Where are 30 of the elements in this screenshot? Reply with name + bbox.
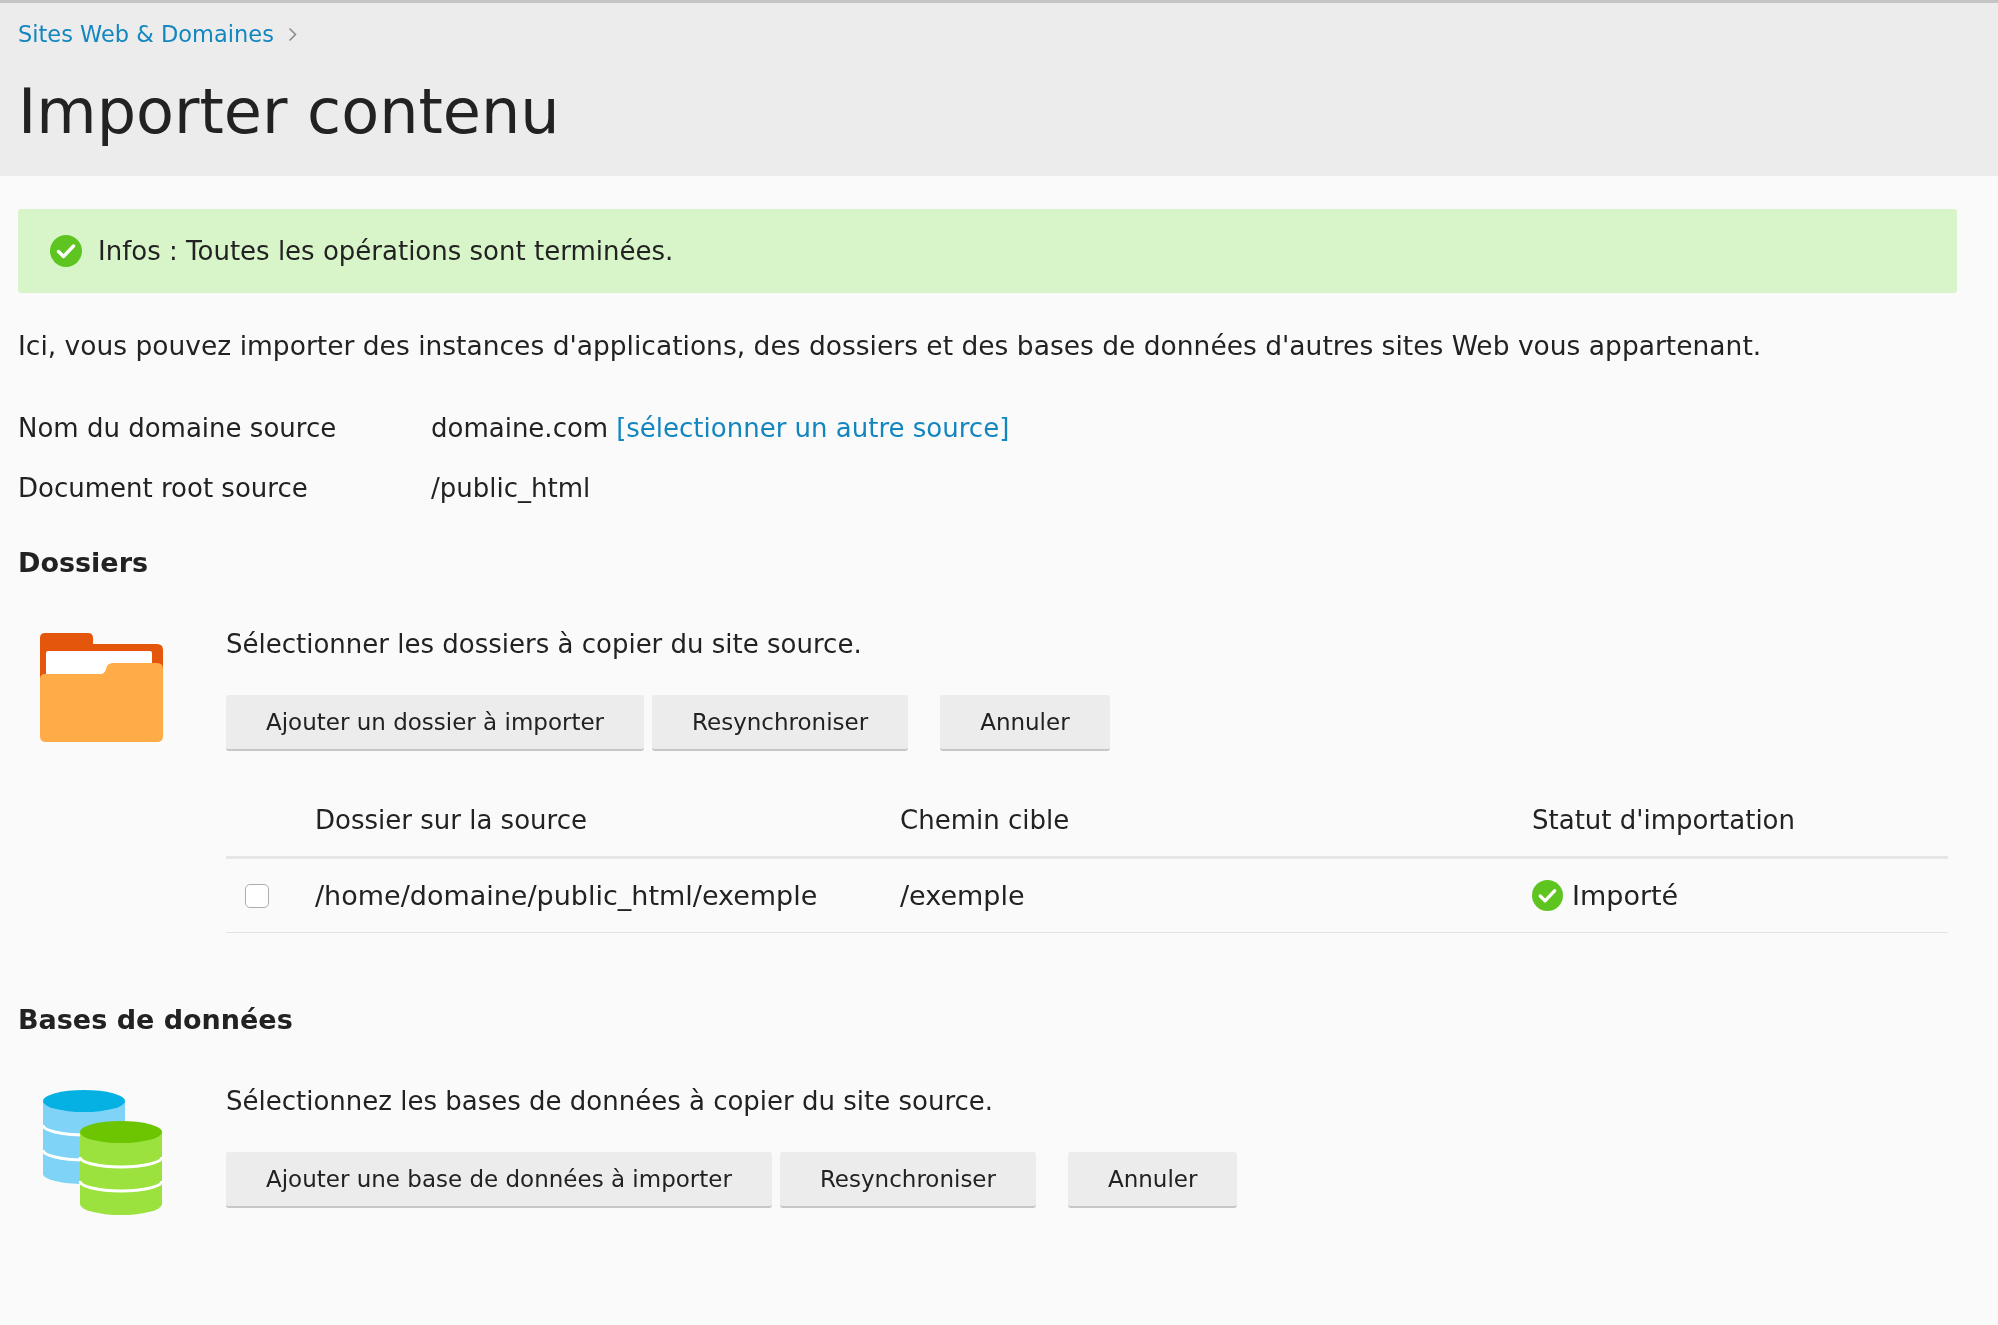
section-heading: Bases de données: [18, 1003, 293, 1037]
section-heading: Dossiers: [18, 546, 149, 580]
cancel-button[interactable]: Annuler: [1068, 1152, 1238, 1208]
cancel-button[interactable]: Annuler: [940, 695, 1110, 751]
detail-value: domaine.com: [431, 412, 609, 445]
chevron-right-icon: [287, 26, 297, 42]
column-header: Chemin cible: [900, 804, 1070, 837]
table-cell-text: /exemple: [900, 878, 1025, 913]
action-button[interactable]: Ajouter une base de données à importer: [226, 1152, 772, 1208]
database-icon: [43, 1090, 162, 1215]
detail-label: Nom du domaine source: [18, 412, 337, 445]
intro-text: Ici, vous pouvez importer des instances d'applications, des dossiers et des bases de données d'autres sites Web vous appartenant.: [18, 329, 1762, 363]
check-circle-icon: [50, 235, 82, 267]
folder-icon: [40, 633, 163, 742]
action-button[interactable]: Resynchroniser: [779, 1152, 1036, 1208]
status-text: Importé: [1572, 878, 1679, 913]
section-description: Sélectionner les dossiers à copier du site source.: [226, 628, 862, 661]
column-header: Statut d'importation: [1532, 804, 1795, 837]
action-button[interactable]: Ajouter un dossier à importer: [226, 695, 645, 751]
change-source-link[interactable]: [sélectionner un autre source]: [616, 410, 1010, 446]
row-checkbox[interactable]: [245, 883, 269, 908]
section-description: Sélectionnez les bases de données à copier du site source.: [226, 1085, 994, 1118]
table-cell-text: /home/domaine/public_html/exemple: [315, 878, 818, 913]
column-header: Dossier sur la source: [315, 804, 587, 837]
detail-label: Document root source: [18, 472, 308, 505]
page-title: Importer contenu: [18, 74, 560, 150]
check-circle-icon: [1532, 880, 1563, 911]
alert-message: Infos : Toutes les opérations sont terminées.: [98, 235, 674, 268]
detail-value: /public_html: [431, 472, 591, 505]
action-button[interactable]: Resynchroniser: [652, 695, 909, 751]
